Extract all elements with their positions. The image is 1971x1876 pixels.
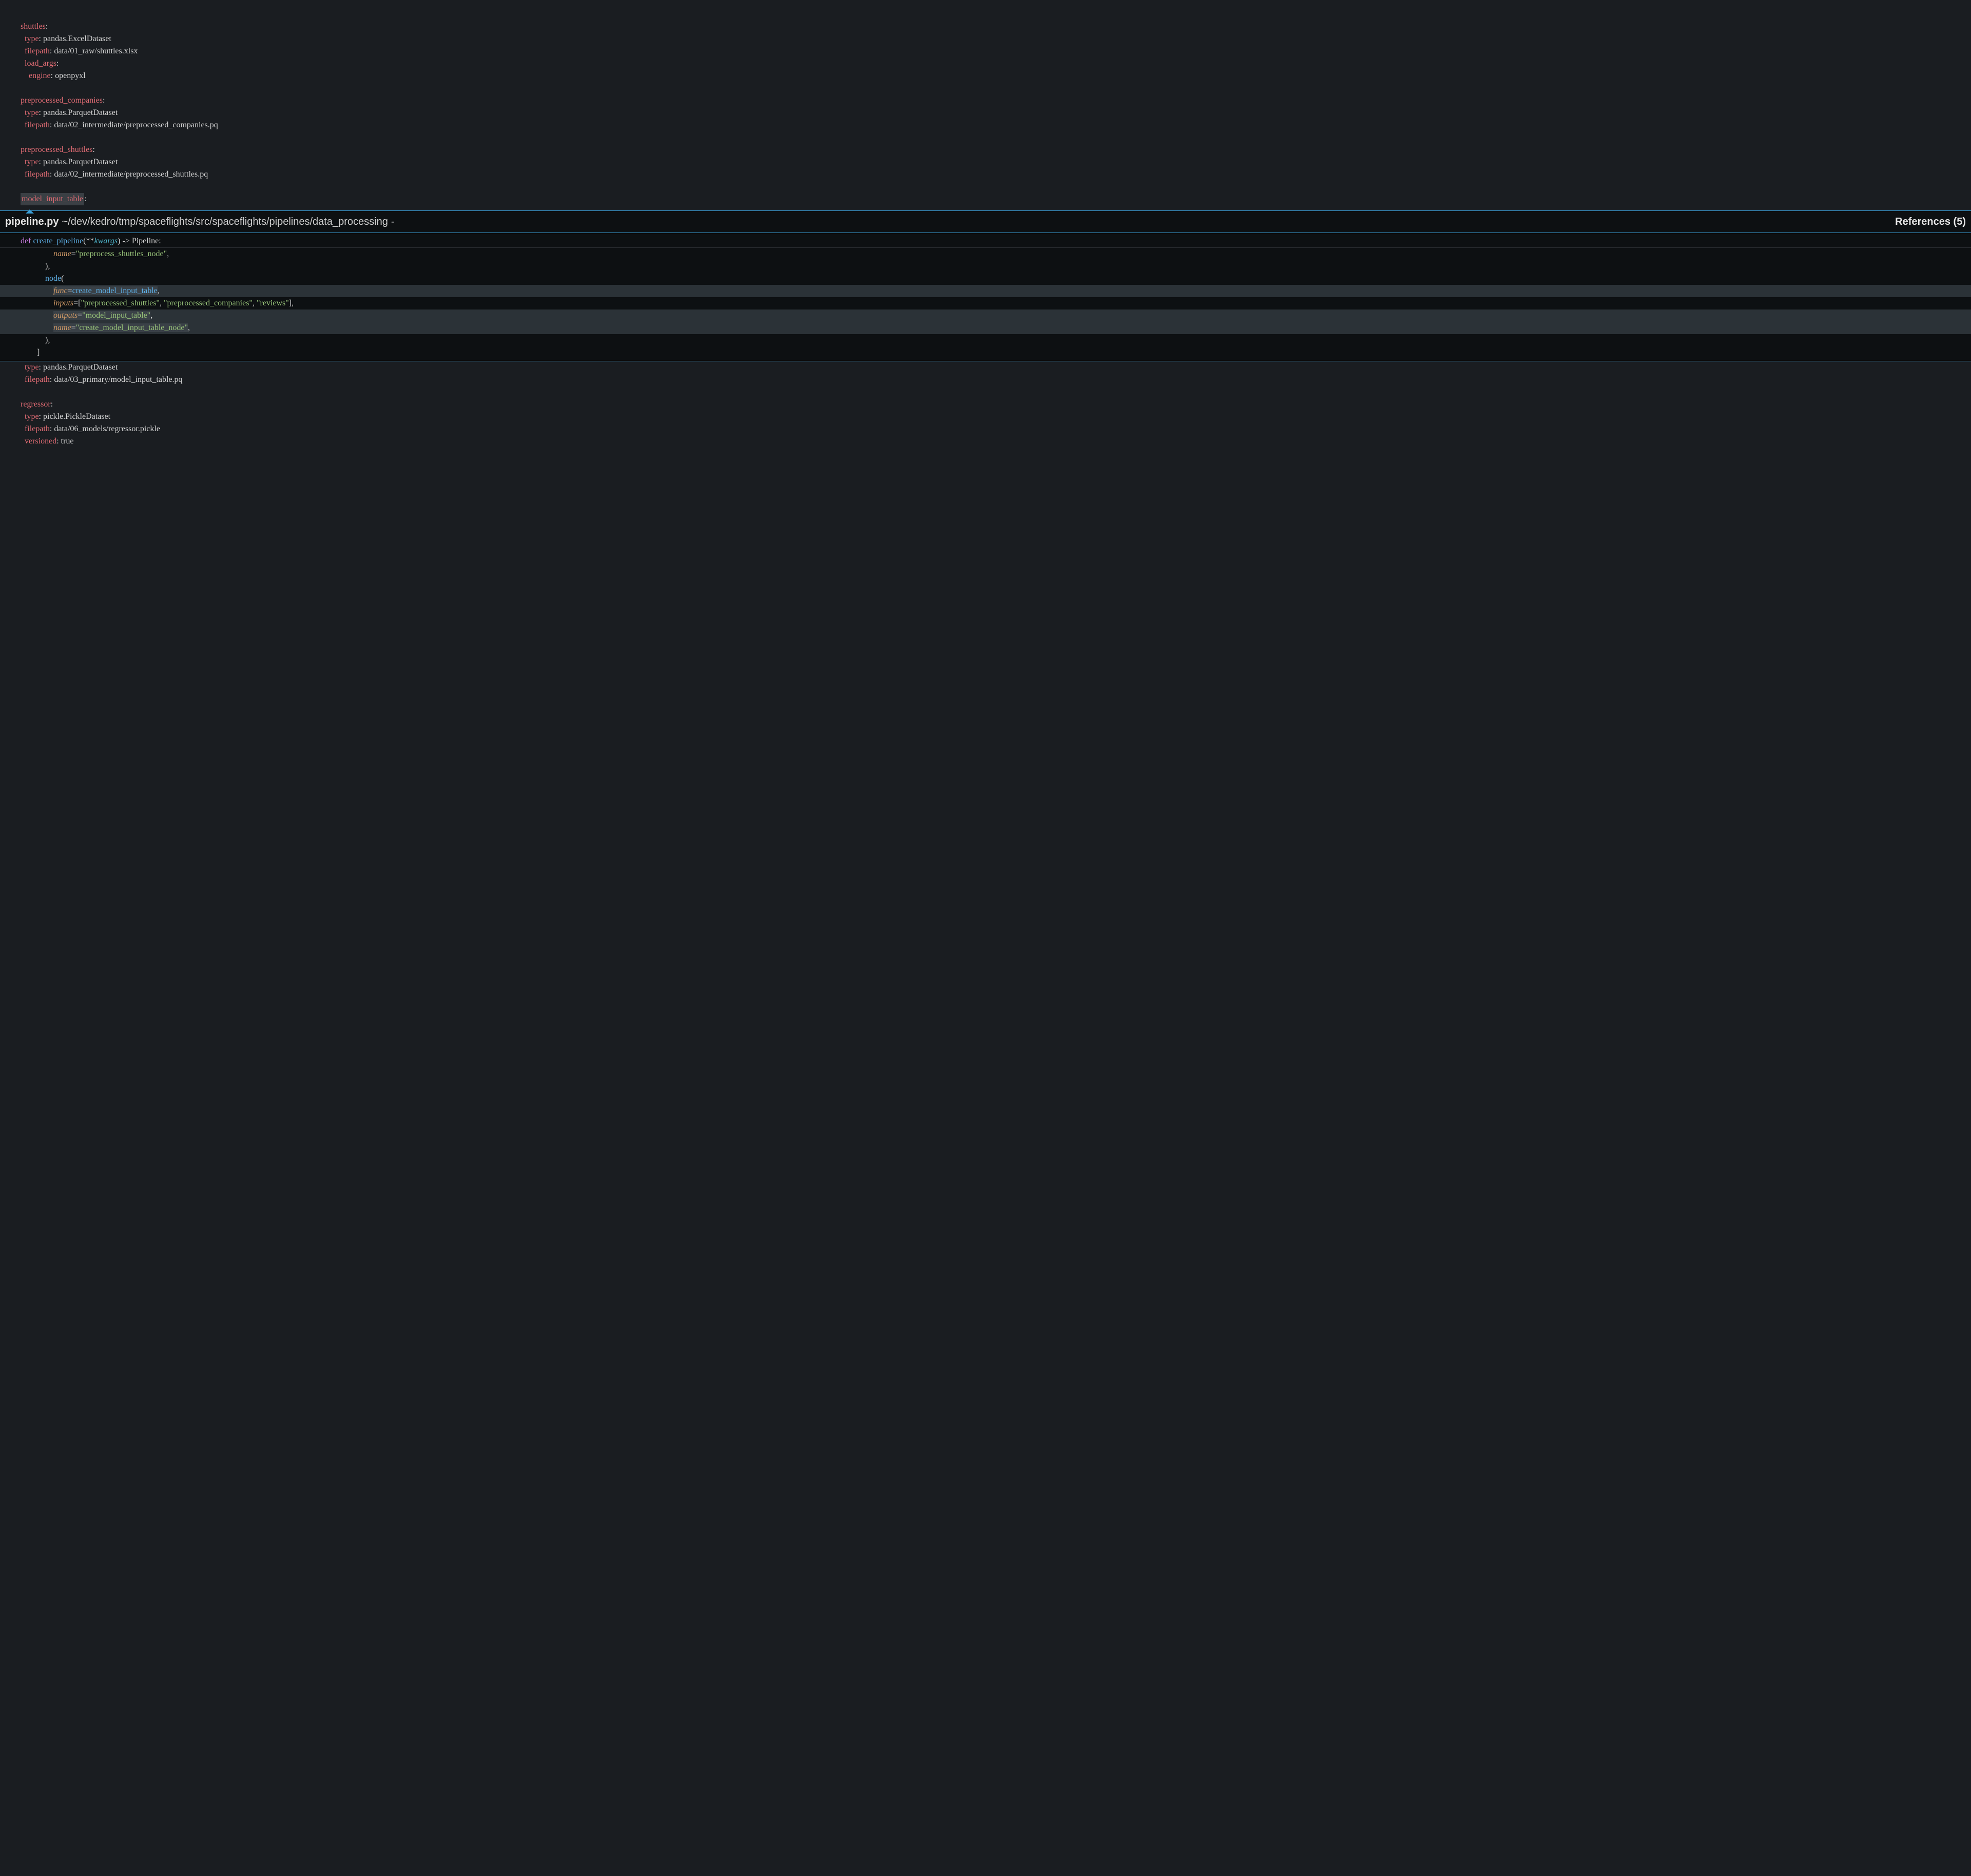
yaml-key: versioned [25, 437, 56, 446]
py-close-bracket: ] [37, 348, 40, 357]
py-param: kwargs [94, 237, 118, 245]
yaml-key: filepath [25, 424, 50, 433]
yaml-line[interactable]: engine: openpyxl [0, 70, 1971, 82]
yaml-line[interactable]: shuttles: [0, 21, 1971, 33]
yaml-line[interactable]: filepath: data/02_intermediate/preproces… [0, 168, 1971, 181]
peek-file-path: ~/dev/kedro/tmp/spaceflights/src/spacefl… [62, 214, 388, 229]
yaml-key: filepath [25, 121, 50, 129]
py-line[interactable]: ] [0, 346, 1971, 359]
yaml-key: preprocessed_shuttles [21, 145, 92, 154]
py-arrow: -> [122, 237, 129, 245]
yaml-value: data/02_intermediate/preprocessed_compan… [54, 121, 218, 129]
yaml-value: pickle.PickleDataset [43, 412, 110, 421]
py-line[interactable]: name="preprocess_shuttles_node", [0, 248, 1971, 260]
yaml-key: preprocessed_companies [21, 96, 103, 105]
py-string: "preprocessed_shuttles" [81, 299, 159, 307]
py-line[interactable]: ), [0, 260, 1971, 273]
py-kwarg: inputs [53, 299, 73, 307]
py-line[interactable]: ), [0, 334, 1971, 346]
yaml-key: load_args [25, 59, 56, 68]
py-eq: = [78, 311, 82, 320]
py-string: "model_input_table" [82, 311, 150, 320]
yaml-value: pandas.ExcelDataset [43, 34, 111, 43]
yaml-line[interactable]: type: pandas.ParquetDataset [0, 361, 1971, 374]
py-line[interactable]: inputs=["preprocessed_shuttles", "prepro… [0, 297, 1971, 310]
peek-pointer [0, 205, 1971, 210]
yaml-value: pandas.ParquetDataset [43, 363, 118, 372]
yaml-key: type [25, 34, 39, 43]
py-star: ** [86, 237, 94, 245]
py-eq: = [71, 323, 76, 332]
yaml-value: pandas.ParquetDataset [43, 108, 118, 117]
py-eq: = [71, 249, 76, 258]
peek-header[interactable]: pipeline.py ~/dev/kedro/tmp/spaceflights… [0, 210, 1971, 233]
yaml-line[interactable]: regressor: [0, 398, 1971, 411]
py-line-highlighted[interactable]: name="create_model_input_table_node", [0, 322, 1971, 334]
yaml-line[interactable]: type: pandas.ExcelDataset [0, 33, 1971, 45]
py-line-highlighted[interactable]: func=create_model_input_table, [0, 285, 1971, 297]
yaml-key: type [25, 108, 39, 117]
blank-line [0, 386, 1971, 398]
blank-line [0, 131, 1971, 144]
code-editor[interactable]: shuttles: type: pandas.ExcelDataset file… [0, 0, 1971, 463]
yaml-line[interactable]: type: pandas.ParquetDataset [0, 107, 1971, 119]
yaml-line[interactable]: filepath: data/03_primary/model_input_ta… [0, 374, 1971, 386]
py-string: "create_model_input_table_node" [76, 323, 188, 332]
py-call: node [45, 274, 61, 283]
yaml-key: type [25, 158, 39, 166]
py-line[interactable]: def create_pipeline(**kwargs) -> Pipelin… [0, 235, 1971, 248]
yaml-value: data/02_intermediate/preprocessed_shuttl… [54, 170, 208, 179]
yaml-key: type [25, 412, 39, 421]
py-line[interactable]: node( [0, 273, 1971, 285]
py-kwarg: name [53, 323, 71, 332]
yaml-line[interactable]: filepath: data/02_intermediate/preproces… [0, 119, 1971, 131]
yaml-line[interactable]: filepath: data/06_models/regressor.pickl… [0, 423, 1971, 435]
yaml-value: openpyxl [55, 71, 86, 80]
triangle-up-icon [26, 209, 34, 214]
py-keyword: def [21, 237, 31, 245]
py-string: "preprocessed_companies" [164, 299, 253, 307]
py-eq: = [68, 286, 72, 295]
py-line-highlighted[interactable]: outputs="model_input_table", [0, 310, 1971, 322]
yaml-key: filepath [25, 375, 50, 384]
py-close: ), [45, 262, 50, 270]
yaml-key-highlighted: model_input_table [22, 195, 83, 203]
py-string: "preprocess_shuttles_node" [76, 249, 167, 258]
yaml-key: shuttles [21, 22, 46, 31]
yaml-line[interactable]: preprocessed_companies: [0, 94, 1971, 107]
yaml-line-selected[interactable]: model_input_table: [0, 193, 1971, 205]
peek-file-name: pipeline.py [5, 214, 59, 229]
py-open-paren: ( [61, 274, 64, 283]
yaml-key: type [25, 363, 39, 372]
yaml-value: data/03_primary/model_input_table.pq [54, 375, 182, 384]
py-kwarg: func [53, 286, 68, 295]
yaml-value: data/01_raw/shuttles.xlsx [54, 47, 138, 55]
yaml-line[interactable]: filepath: data/01_raw/shuttles.xlsx [0, 45, 1971, 57]
yaml-key: filepath [25, 47, 50, 55]
peek-sep: - [391, 214, 395, 229]
py-identifier: create_model_input_table [72, 286, 158, 295]
yaml-key: regressor [21, 400, 51, 409]
yaml-line[interactable]: load_args: [0, 57, 1971, 70]
py-return-type: Pipeline [132, 237, 159, 245]
yaml-value: true [61, 437, 74, 446]
py-string: "reviews" [257, 299, 289, 307]
yaml-line[interactable]: preprocessed_shuttles: [0, 144, 1971, 156]
peek-body[interactable]: def create_pipeline(**kwargs) -> Pipelin… [0, 233, 1971, 361]
peek-references-count[interactable]: References (5) [1895, 214, 1966, 229]
py-kwarg: name [53, 249, 71, 258]
py-function-name: create_pipeline [33, 237, 83, 245]
yaml-key: filepath [25, 170, 50, 179]
yaml-line[interactable]: type: pandas.ParquetDataset [0, 156, 1971, 168]
yaml-key: engine [29, 71, 51, 80]
yaml-value: pandas.ParquetDataset [43, 158, 118, 166]
yaml-line[interactable]: versioned: true [0, 435, 1971, 448]
py-close: ), [45, 336, 50, 344]
blank-line [0, 82, 1971, 94]
py-kwarg: outputs [53, 311, 78, 320]
py-eq: = [73, 299, 78, 307]
blank-line [0, 181, 1971, 193]
yaml-line[interactable]: type: pickle.PickleDataset [0, 411, 1971, 423]
yaml-value: data/06_models/regressor.pickle [54, 424, 160, 433]
